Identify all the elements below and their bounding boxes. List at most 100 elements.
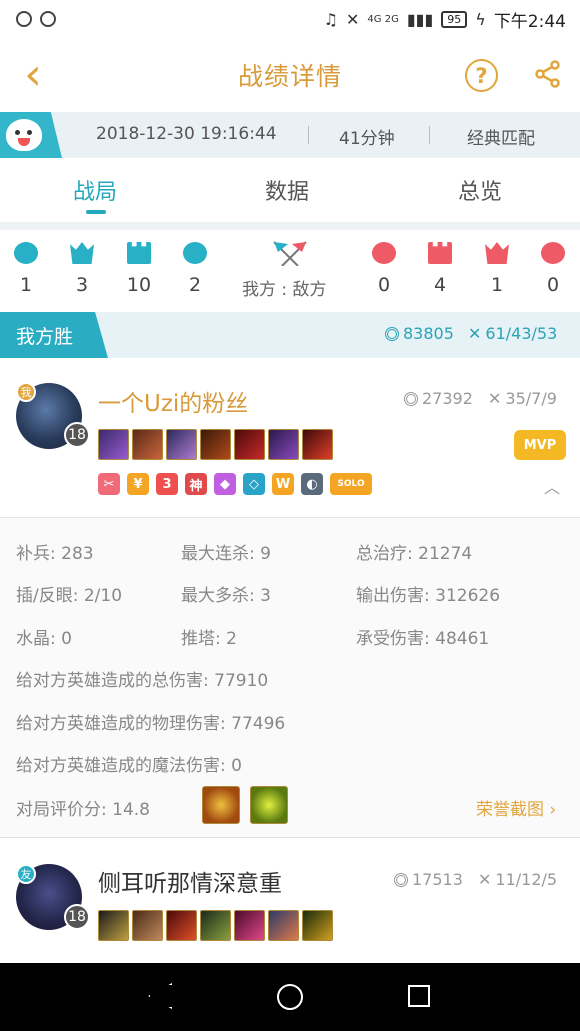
item-slot[interactable] — [234, 910, 265, 941]
player-card[interactable]: 我 18 一个Uzi的粉丝 27392 ✕ 35/7/9 ✂ ¥ 3 神 ◆ ◇… — [0, 358, 580, 518]
item-slot[interactable] — [166, 429, 197, 460]
section-divider — [0, 222, 580, 230]
stat-damage-taken: 承受伤害: 48461 — [356, 629, 490, 649]
gold-icon — [385, 326, 399, 341]
item-slot[interactable] — [268, 910, 299, 941]
achievement-tag[interactable]: ◐ — [301, 473, 323, 495]
achievement-tags: ✂ ¥ 3 神 ◆ ◇ W ◐ SOLO — [98, 473, 372, 495]
item-slot[interactable] — [132, 429, 163, 460]
achievement-tag[interactable]: ✂ — [98, 473, 120, 495]
item-slot[interactable] — [302, 429, 333, 460]
chevron-right-icon: › — [549, 800, 557, 820]
our-towers: 10 — [119, 242, 159, 296]
help-button[interactable]: ? — [465, 59, 498, 92]
team-kda: ✕ 61/43/53 — [468, 324, 557, 343]
achievement-tag[interactable]: 神 — [185, 473, 207, 495]
ally-badge: 友 — [16, 864, 36, 884]
player-gold: 17513 — [394, 870, 463, 889]
tab-data[interactable]: 数据 — [265, 174, 309, 206]
player-kda-value: 35/7/9 — [505, 389, 557, 408]
page-title: 战绩详情 — [237, 62, 342, 91]
nav-back-button[interactable] — [148, 983, 172, 1009]
share-button[interactable] — [534, 60, 562, 88]
item-slot[interactable] — [166, 910, 197, 941]
achievement-tag[interactable]: 3 — [156, 473, 178, 495]
summoner-spell-icon[interactable] — [202, 786, 240, 824]
clock: 下午2:44 — [493, 11, 566, 32]
crossed-swords-icon: ✕ — [488, 389, 502, 408]
app-header: ‹ 战绩详情 ? — [0, 38, 580, 112]
tab-overview[interactable]: 总览 — [458, 174, 502, 206]
dragon-icon — [541, 242, 565, 264]
app-notification-icon — [16, 11, 32, 27]
self-badge: 我 — [16, 382, 36, 402]
honor-screenshot-link[interactable]: 荣誉截图 › — [476, 795, 556, 820]
tab-battle[interactable]: 战局 — [73, 174, 117, 206]
their-barons: 1 — [477, 242, 517, 296]
baron-icon — [70, 242, 94, 264]
team-side-label: 我方 : 敌方 — [242, 280, 327, 300]
stat-max-streak: 最大连杀: 9 — [181, 544, 271, 564]
team-result-bar: 我方胜 83805 ✕ 61/43/53 — [0, 312, 580, 358]
result-label: 我方胜 — [0, 312, 108, 358]
stat-champ-damage-physical: 给对方英雄造成的物理伤害: 77496 — [16, 714, 286, 734]
tower-icon — [428, 242, 452, 264]
stat-damage-dealt: 输出伤害: 312626 — [356, 586, 501, 606]
team-gold-value: 83805 — [403, 324, 454, 343]
stat-total-heal: 总治疗: 21274 — [356, 544, 473, 564]
item-slot[interactable] — [98, 429, 129, 460]
our-dragons-count: 1 — [19, 274, 33, 296]
stat-wards: 插/反眼: 2/10 — [16, 586, 123, 606]
their-dragons: 0 — [533, 242, 573, 296]
their-inhibitors-count: 0 — [377, 274, 391, 296]
nav-home-button[interactable] — [277, 984, 303, 1010]
player-details-panel: 补兵: 283 最大连杀: 9 总治疗: 21274 插/反眼: 2/10 最大… — [0, 518, 580, 838]
solo-tag[interactable]: SOLO — [330, 473, 372, 495]
our-inhibitors-count: 2 — [188, 274, 202, 296]
nav-recents-button[interactable] — [408, 985, 430, 1007]
their-dragons-count: 0 — [546, 274, 560, 296]
achievement-tag[interactable]: W — [272, 473, 294, 495]
item-slot[interactable] — [234, 429, 265, 460]
honor-link-label: 荣誉截图 — [476, 800, 544, 820]
player-kda: ✕ 35/7/9 — [488, 389, 557, 408]
signal-icon: ▮▮▮ — [406, 9, 434, 29]
team-kda-value: 61/43/53 — [485, 324, 558, 343]
item-slot[interactable] — [132, 910, 163, 941]
summoner-spell-icon[interactable] — [250, 786, 288, 824]
status-notifications — [16, 11, 56, 27]
achievement-tag[interactable]: ◇ — [243, 473, 265, 495]
our-towers-count: 10 — [126, 274, 152, 296]
item-build — [98, 910, 333, 941]
item-slot[interactable] — [200, 910, 231, 941]
their-barons-count: 1 — [490, 274, 504, 296]
stat-max-multikill: 最大多杀: 3 — [181, 586, 271, 606]
stat-rating: 对局评价分: 14.8 — [16, 800, 150, 820]
inhibitor-icon — [372, 242, 396, 264]
back-button[interactable]: ‹ — [18, 53, 48, 97]
our-dragons: 1 — [6, 242, 46, 296]
collapse-chevron-icon[interactable]: ︿ — [544, 474, 560, 498]
battery-indicator: 95 — [441, 10, 468, 28]
player-gold-value: 27392 — [422, 389, 473, 408]
achievement-tag[interactable]: ◆ — [214, 473, 236, 495]
player-card[interactable]: 友 18 侧耳听那情深意重 17513 ✕ 11/12/5 — [0, 838, 580, 964]
item-slot[interactable] — [200, 429, 231, 460]
mute-icon: ✕ — [346, 9, 360, 29]
tower-icon — [127, 242, 151, 264]
system-nav-bar — [0, 963, 580, 1031]
item-slot[interactable] — [98, 910, 129, 941]
charging-icon: ϟ — [475, 9, 486, 29]
champion-level: 18 — [64, 904, 90, 930]
poro-icon — [6, 119, 42, 151]
active-tab-indicator — [86, 210, 106, 214]
item-slot[interactable] — [302, 910, 333, 941]
qq-notification-icon — [40, 11, 56, 27]
achievement-tag[interactable]: ¥ — [127, 473, 149, 495]
champion-level: 18 — [64, 422, 90, 448]
status-indicators: ♫ ✕ 4G 2G ▮▮▮ 95 ϟ 下午2:44 — [324, 7, 566, 32]
our-barons: 3 — [62, 242, 102, 296]
dragon-icon — [14, 242, 38, 264]
item-build — [98, 429, 333, 460]
item-slot[interactable] — [268, 429, 299, 460]
